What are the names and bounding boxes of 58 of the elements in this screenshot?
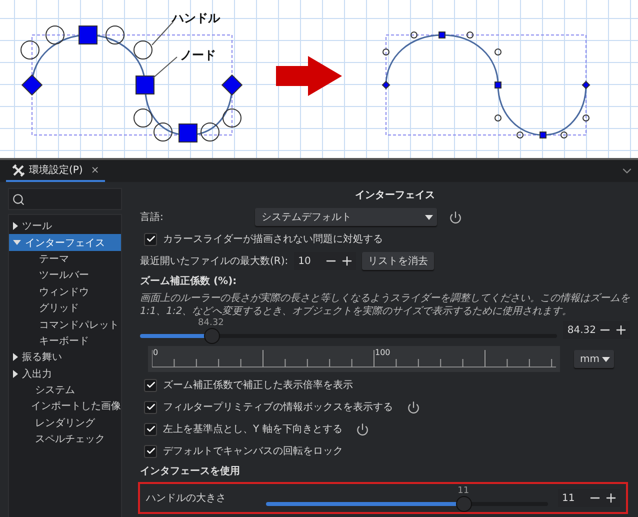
checkbox-label: ズーム補正係数で補正した表示倍率を表示: [163, 378, 353, 392]
tree-item[interactable]: インターフェイス: [9, 234, 121, 251]
checkbox-label: 左上を基準点とし、Y 軸を下向きとする: [163, 422, 342, 436]
close-tab-button[interactable]: ×: [90, 164, 100, 176]
handle-label: ハンドル: [172, 11, 220, 25]
page-heading: インターフェイス: [354, 189, 436, 202]
language-label: 言語:: [140, 210, 164, 224]
collapse-arrow-icon[interactable]: [13, 240, 21, 246]
checkbox[interactable]: [144, 378, 157, 392]
dropdown-arrow-icon: [425, 214, 434, 220]
search-icon: [12, 192, 25, 206]
slider-track[interactable]: [266, 496, 548, 512]
tools-icon: [12, 164, 25, 176]
tree-item[interactable]: グリッド: [9, 300, 121, 316]
tree-item[interactable]: テーマ: [9, 250, 121, 268]
tree-item[interactable]: 入出力: [9, 366, 121, 382]
language-dropdown[interactable]: システムデフォルト: [255, 208, 438, 226]
leader-line: [152, 56, 178, 78]
slider-value: 11: [458, 486, 470, 496]
slider-thumb[interactable]: [204, 328, 220, 344]
node-label: ノード: [180, 48, 216, 62]
section-title: インタフェースを使用: [140, 464, 241, 478]
leader-line: [152, 22, 174, 46]
clear-list-button[interactable]: リストを消去: [362, 252, 434, 270]
ruler-label: 0: [153, 348, 158, 357]
tree-item[interactable]: レンダリング: [9, 414, 121, 432]
slider-track[interactable]: [140, 328, 558, 344]
checkbox[interactable]: [144, 422, 157, 436]
tree-item[interactable]: 振る舞い: [9, 349, 121, 366]
tree-item[interactable]: スペルチェック: [9, 431, 121, 448]
plus-icon[interactable]: [340, 254, 354, 268]
tree-item[interactable]: ツールバー: [9, 267, 121, 284]
section-title: ズーム補正係数 (%):: [140, 274, 238, 288]
tree-item[interactable]: システム: [9, 382, 121, 398]
checkbox-label: カラースライダーが描画されない問題に対処する: [163, 232, 383, 246]
checkbox[interactable]: [144, 444, 157, 458]
checkbox[interactable]: [144, 232, 157, 246]
checkbox-label: フィルタープリミティブの情報ボックスを表示する: [163, 400, 393, 414]
plus-icon[interactable]: [614, 323, 628, 337]
unit-dropdown[interactable]: mm: [574, 350, 614, 368]
right-arrow-icon: [276, 56, 342, 96]
search-field[interactable]: [8, 188, 122, 210]
dropdown-arrow-icon: [602, 356, 610, 362]
checkbox[interactable]: [144, 400, 157, 414]
slider-value: 84.32: [198, 318, 224, 328]
tree-item[interactable]: コマンドパレット: [9, 316, 121, 333]
plus-icon[interactable]: [604, 491, 618, 505]
recent-files-label: 最近開いたファイルの最大数(R):: [140, 254, 288, 268]
description-text: 画面上のルーラーの長さが実際の長さと等しくなるようスライダーを調整してください。この情報はズームを 1:1、1:2、などへ変更するとき、オブジェクトを実際のサイズで表示するために使用されます。: [140, 292, 630, 318]
slider-thumb[interactable]: [456, 496, 472, 512]
tree-item[interactable]: インポートした画像: [9, 398, 121, 415]
handle-size-label: ハンドルの大きさ: [146, 492, 227, 505]
checkbox-label: デフォルトでキャンバスの回転をロック: [163, 445, 343, 458]
tree-item[interactable]: ウィンドウ: [9, 284, 121, 300]
restart-icon: [449, 210, 462, 224]
ruler-label: 100: [375, 348, 390, 357]
preferences-tab[interactable]: 環境設定(P) ×: [6, 160, 106, 182]
tree-item[interactable]: キーボード: [9, 332, 121, 350]
